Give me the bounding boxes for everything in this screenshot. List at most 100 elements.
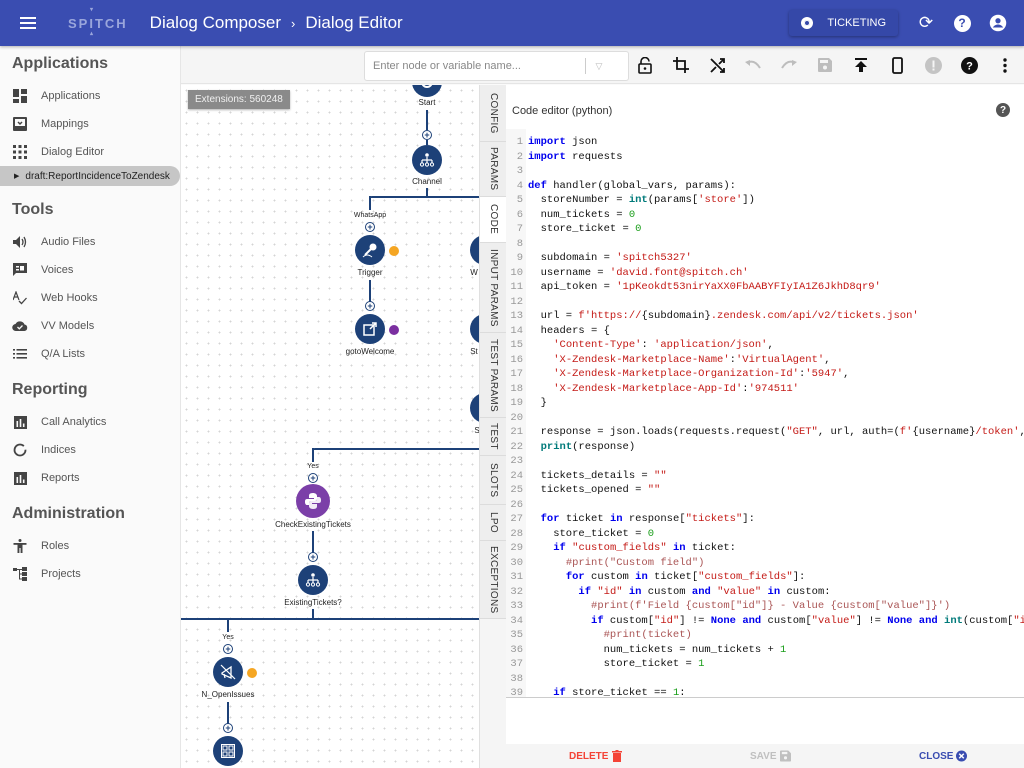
- sidebar-item-indices[interactable]: Indices: [0, 436, 180, 464]
- flow-canvas[interactable]: Extensions: 560248 Start + Channel Whats…: [181, 85, 481, 768]
- tab-label: TEST PARAMS: [488, 338, 499, 412]
- code-editor[interactable]: 1 import json 2 import requests 3 4 def handle…: [506, 129, 1024, 698]
- warning-icon[interactable]: [922, 54, 944, 76]
- line-number: 11: [510, 281, 523, 293]
- code-text: import json: [528, 136, 598, 148]
- sidebar-item-label: Q/A Lists: [41, 348, 86, 360]
- sidebar-item-label: Mappings: [41, 118, 89, 130]
- flow-node-existing-tickets[interactable]: [298, 565, 328, 595]
- sidebar: Applications Applications Mappings Dialo…: [0, 46, 181, 768]
- save-label: SAVE: [750, 750, 777, 762]
- shuffle-icon[interactable]: [706, 54, 728, 76]
- sidebar-item-label: Reports: [41, 472, 80, 484]
- circle-progress-icon: [12, 442, 28, 458]
- add-node-button[interactable]: +: [365, 222, 375, 232]
- sidebar-item-applications[interactable]: Applications: [0, 82, 180, 110]
- save-button[interactable]: SAVE: [750, 750, 791, 762]
- sidebar-item-label: Call Analytics: [41, 416, 107, 428]
- sidebar-item-draft-dialog[interactable]: ▶ draft:ReportIncidenceToZendesk: [0, 166, 180, 186]
- line-number: 8: [516, 237, 523, 250]
- breadcrumb-dialog-editor: Dialog Editor: [305, 13, 403, 32]
- line-number: 27: [510, 513, 523, 525]
- tab-test-params[interactable]: TEST PARAMS: [480, 333, 507, 418]
- add-node-button[interactable]: +: [308, 552, 318, 562]
- delete-label: DELETE: [569, 750, 609, 762]
- sidebar-item-mappings[interactable]: Mappings: [0, 110, 180, 138]
- code-text: username = 'david.font@spitch.ch': [528, 266, 749, 279]
- delete-button[interactable]: DELETE: [569, 750, 622, 762]
- sidebar-item-call-analytics[interactable]: Call Analytics: [0, 408, 180, 436]
- line-number: 15: [510, 339, 523, 351]
- phone-icon[interactable]: [886, 54, 908, 76]
- lock-open-icon[interactable]: [634, 54, 656, 76]
- node-search-input[interactable]: [365, 60, 585, 72]
- tab-code[interactable]: CODE: [480, 197, 507, 243]
- sidebar-item-qa-lists[interactable]: Q/A Lists: [0, 340, 180, 368]
- add-node-button[interactable]: +: [422, 130, 432, 140]
- voice-chat-icon: [12, 262, 28, 278]
- crop-icon[interactable]: [670, 54, 692, 76]
- cloud-check-icon: [12, 318, 28, 334]
- ticketing-icon: [801, 17, 814, 29]
- flow-node-n-open-issues[interactable]: [213, 657, 243, 687]
- node-label: W: [470, 268, 478, 277]
- breadcrumb-dialog-composer[interactable]: Dialog Composer: [150, 13, 281, 33]
- list-icon: [12, 346, 28, 362]
- save-icon[interactable]: [814, 54, 836, 76]
- code-text: subdomain = 'spitch5327': [528, 252, 692, 264]
- flow-node-channel[interactable]: [412, 145, 442, 175]
- add-node-button[interactable]: +: [365, 301, 375, 311]
- line-number: 20: [510, 411, 523, 424]
- app-header: SPITCH Dialog Composer › Dialog Editor T…: [0, 0, 1024, 46]
- tab-input-params[interactable]: INPUT PARAMS: [480, 243, 507, 333]
- sidebar-item-label: Projects: [41, 568, 81, 580]
- status-dot-purple: [389, 325, 399, 335]
- code-text: tickets_details = "": [528, 469, 667, 482]
- code-text: def handler(global_vars, params):: [528, 179, 736, 192]
- more-vert-icon[interactable]: [994, 54, 1016, 76]
- help-icon[interactable]: ?: [958, 54, 980, 76]
- node-label: Channel: [412, 177, 442, 186]
- code-text: if store_ticket == 1:: [553, 687, 686, 698]
- tab-config[interactable]: CONFIG: [480, 85, 507, 142]
- sidebar-item-reports[interactable]: Reports: [0, 464, 180, 492]
- account-icon[interactable]: [980, 5, 1016, 41]
- publish-icon[interactable]: [850, 54, 872, 76]
- sidebar-item-projects[interactable]: Projects: [0, 560, 180, 588]
- chevron-down-icon[interactable]: ▽: [586, 61, 612, 72]
- flow-node-trigger[interactable]: [355, 235, 385, 265]
- flow-node-start[interactable]: [412, 85, 442, 97]
- code-text: store_ticket = 0: [528, 527, 655, 540]
- redo-icon[interactable]: [778, 54, 800, 76]
- sync-icon[interactable]: ⟳: [908, 5, 944, 41]
- branch-label: Yes: [307, 463, 319, 470]
- tab-slots[interactable]: SLOTS: [480, 456, 507, 505]
- help-icon[interactable]: ?: [944, 5, 980, 41]
- sidebar-item-web-hooks[interactable]: Web Hooks: [0, 284, 180, 312]
- node-search[interactable]: ▽: [364, 51, 629, 81]
- tab-test[interactable]: TEST: [480, 418, 507, 456]
- flow-node-goto-welcome[interactable]: [355, 314, 385, 344]
- menu-icon[interactable]: [20, 17, 36, 29]
- flow-node-menu[interactable]: [213, 736, 243, 766]
- line-number: 24: [510, 469, 523, 482]
- tab-lpo[interactable]: LPO: [480, 505, 507, 541]
- close-button[interactable]: CLOSE: [919, 750, 968, 762]
- help-icon[interactable]: ?: [996, 103, 1010, 117]
- add-node-button[interactable]: +: [223, 723, 233, 733]
- connector: [312, 448, 314, 462]
- flow-node-check-existing-tickets[interactable]: [296, 484, 330, 518]
- sidebar-item-vv-models[interactable]: VV Models: [0, 312, 180, 340]
- add-node-button[interactable]: +: [223, 644, 233, 654]
- sidebar-item-audio-files[interactable]: Audio Files: [0, 228, 180, 256]
- sidebar-item-voices[interactable]: Voices: [0, 256, 180, 284]
- tab-exceptions[interactable]: EXCEPTIONS: [480, 541, 507, 619]
- tab-params[interactable]: PARAMS: [480, 142, 507, 197]
- add-node-button[interactable]: +: [308, 473, 318, 483]
- mappings-icon: [12, 116, 28, 132]
- sidebar-item-roles[interactable]: Roles: [0, 532, 180, 560]
- sidebar-item-dialog-editor[interactable]: Dialog Editor: [0, 138, 180, 166]
- ticketing-button[interactable]: TICKETING: [789, 10, 898, 36]
- code-editor-panel: Code editor (python) ? 1 import json 2 impo…: [506, 85, 1024, 768]
- undo-icon[interactable]: [742, 54, 764, 76]
